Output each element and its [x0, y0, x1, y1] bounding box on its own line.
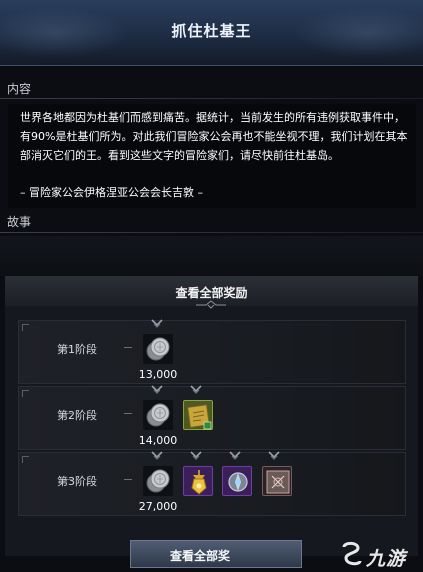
- stage-2-coin-amount: 14,000: [138, 434, 178, 447]
- header-ornament-icon: [196, 300, 226, 309]
- chevron-down-icon: [268, 451, 280, 460]
- chevron-down-icon: [151, 319, 163, 328]
- story-section-label: 故事: [7, 215, 32, 229]
- stage-label-dash-right: [124, 347, 132, 348]
- chevron-down-icon: [190, 385, 202, 394]
- rewards-header-label[interactable]: 查看全部奖励: [0, 284, 423, 301]
- stage-3-label: 第3阶段: [57, 475, 97, 488]
- stage-label-dash-right: [124, 479, 132, 480]
- cracked-stone-icon[interactable]: [262, 466, 292, 496]
- chevron-down-icon: [190, 451, 202, 460]
- quest-signature: – 冒险家公会伊格涅亚公会会长吉敦 –: [20, 186, 203, 199]
- stage-1-label: 第1阶段: [57, 343, 97, 356]
- silver-coin-icon[interactable]: [143, 466, 173, 496]
- story-area: [0, 236, 423, 276]
- crystal-orb-icon[interactable]: [222, 466, 252, 496]
- window-title: 抓住杜基王: [171, 22, 252, 40]
- quest-description: 世界各地都因为杜基们而感到痛苦。据统计，当前发生的所有违例获取事件中，有90%是…: [20, 111, 408, 162]
- stage-label-dash-right: [124, 413, 132, 414]
- chevron-down-icon: [151, 451, 163, 460]
- content-section-label: 内容: [7, 82, 32, 96]
- stage-2-label: 第2阶段: [57, 409, 97, 422]
- chevron-down-icon: [151, 385, 163, 394]
- site-watermark: 九游: [366, 548, 407, 570]
- stage-3-coin-amount: 27,000: [138, 500, 178, 513]
- view-all-rewards-button-label[interactable]: 查看全部奖: [130, 547, 270, 564]
- silver-coin-icon[interactable]: [143, 400, 173, 430]
- silver-coin-icon[interactable]: [143, 334, 173, 364]
- story-section-divider: [0, 232, 423, 233]
- stage-1-coin-amount: 13,000: [138, 368, 178, 381]
- map-scroll-icon[interactable]: [183, 400, 213, 430]
- content-section-divider: [0, 98, 423, 99]
- chevron-down-icon: [229, 451, 241, 460]
- gold-amulet-icon[interactable]: [183, 466, 213, 496]
